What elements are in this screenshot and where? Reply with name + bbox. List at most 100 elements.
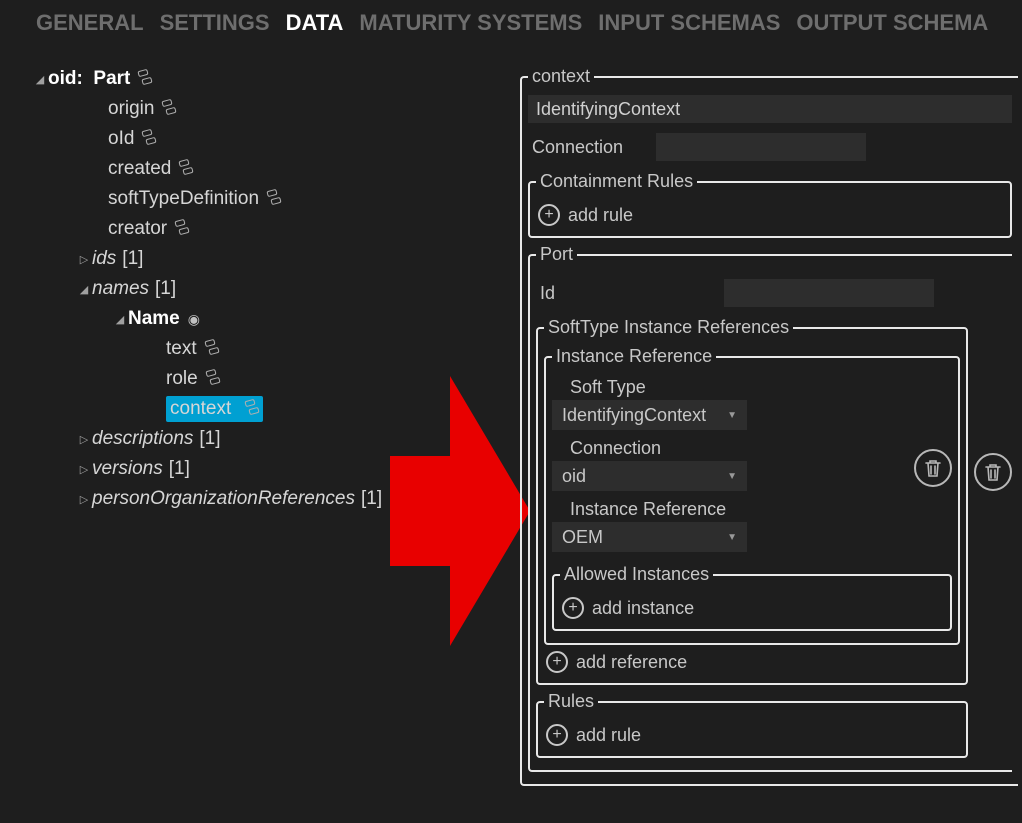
tab-input-schemas[interactable]: INPUT SCHEMAS — [598, 10, 780, 36]
link-icon — [142, 128, 156, 150]
tree-label: creator — [108, 218, 167, 240]
cube-icon: ◉ — [188, 311, 200, 328]
add-rule-button[interactable]: + add rule — [538, 204, 1002, 226]
tree-node-names[interactable]: ◢ names [1] — [28, 274, 398, 304]
add-reference-label: add reference — [576, 652, 687, 673]
plus-icon: + — [546, 724, 568, 746]
add-instance-button[interactable]: + add instance — [562, 597, 942, 619]
chevron-down-icon: ▼ — [727, 410, 737, 421]
tab-general[interactable]: GENERAL — [36, 10, 144, 36]
rules-group: Rules + add rule — [536, 691, 968, 758]
delete-port-button[interactable] — [974, 453, 1012, 491]
port-group: Port Id SoftType Instance References Ins… — [528, 244, 1012, 772]
instance-ref-dropdown[interactable]: OEM ▼ — [552, 522, 747, 552]
context-legend: context — [528, 66, 594, 87]
containment-rules-group: Containment Rules + add rule — [528, 171, 1012, 238]
tree-node-name[interactable]: ◢ Name ◉ — [28, 304, 398, 334]
tree-node-creator[interactable]: creator — [28, 214, 398, 244]
tree-node-versions[interactable]: ▷ versions [1] — [28, 454, 398, 484]
tree-label: personOrganizationReferences — [92, 488, 355, 510]
tree-label: names — [92, 278, 149, 300]
collapse-icon[interactable]: ◢ — [76, 283, 92, 296]
link-icon — [162, 98, 176, 120]
add-instance-label: add instance — [592, 598, 694, 619]
instance-ref-value: OEM — [562, 527, 603, 548]
add-reference-button[interactable]: + add reference — [546, 651, 958, 673]
tree-node-created[interactable]: created — [28, 154, 398, 184]
delete-instance-button[interactable] — [914, 449, 952, 487]
port-legend: Port — [536, 244, 577, 265]
tab-settings[interactable]: SETTINGS — [160, 10, 270, 36]
context-value-input[interactable] — [528, 95, 1012, 123]
soft-type-dropdown[interactable]: IdentifyingContext ▼ — [552, 400, 747, 430]
link-icon — [267, 188, 281, 210]
tree-label: role — [166, 368, 198, 390]
expand-icon[interactable]: ▷ — [76, 433, 92, 446]
tree-count: [1] — [169, 458, 190, 480]
tree-node-oid[interactable]: oId — [28, 124, 398, 154]
connection2-label: Connection — [570, 438, 904, 459]
tab-data[interactable]: DATA — [286, 10, 344, 36]
tree-label: ids — [92, 248, 116, 270]
softtype-refs-group: SoftType Instance References Instance Re… — [536, 317, 968, 685]
data-tree: ◢ oid: Part origin oId created softTypeD… — [28, 56, 398, 514]
top-tabs: GENERAL SETTINGS DATA MATURITY SYSTEMS I… — [0, 0, 1022, 56]
tree-node-softtypedef[interactable]: softTypeDefinition — [28, 184, 398, 214]
instance-reference-group: Instance Reference Soft Type Identifying… — [544, 346, 960, 645]
link-icon — [179, 158, 193, 180]
collapse-icon[interactable]: ◢ — [112, 313, 128, 326]
tree-root-value: Part — [93, 68, 130, 89]
tree-count: [1] — [361, 488, 382, 510]
tree-node-text[interactable]: text — [28, 334, 398, 364]
tree-node-context[interactable]: context — [28, 394, 398, 424]
red-arrow-annotation — [390, 376, 530, 646]
soft-type-value: IdentifyingContext — [562, 405, 706, 426]
trash-icon — [984, 462, 1002, 482]
softtype-refs-legend: SoftType Instance References — [544, 317, 793, 338]
rules-legend: Rules — [544, 691, 598, 712]
link-icon — [205, 338, 219, 360]
allowed-instances-group: Allowed Instances + add instance — [552, 564, 952, 631]
add-rule-label: add rule — [568, 205, 633, 226]
expand-icon[interactable]: ▷ — [76, 493, 92, 506]
id-input[interactable] — [724, 279, 934, 307]
connection-input[interactable] — [656, 133, 866, 161]
tree-count: [1] — [155, 278, 176, 300]
expand-icon[interactable]: ▷ — [76, 253, 92, 266]
allowed-instances-legend: Allowed Instances — [560, 564, 713, 585]
containment-rules-legend: Containment Rules — [536, 171, 697, 192]
tree-label: text — [166, 338, 197, 360]
properties-panel: context Connection Containment Rules + a… — [520, 66, 1018, 792]
expand-icon[interactable]: ▷ — [76, 463, 92, 476]
tree-label: created — [108, 158, 171, 180]
connection-value: oid — [562, 466, 586, 487]
tab-maturity-systems[interactable]: MATURITY SYSTEMS — [359, 10, 582, 36]
tree-node-origin[interactable]: origin — [28, 94, 398, 124]
link-icon — [138, 68, 152, 90]
tree-node-role[interactable]: role — [28, 364, 398, 394]
connection-dropdown[interactable]: oid ▼ — [552, 461, 747, 491]
id-label: Id — [540, 283, 570, 304]
link-icon — [206, 368, 220, 390]
plus-icon: + — [562, 597, 584, 619]
soft-type-label: Soft Type — [570, 377, 904, 398]
tree-label: oId — [108, 128, 134, 150]
add-rule-label-2: add rule — [576, 725, 641, 746]
tree-label: descriptions — [92, 428, 193, 450]
tree-node-root[interactable]: ◢ oid: Part — [28, 64, 398, 94]
collapse-icon[interactable]: ◢ — [32, 73, 48, 86]
tree-node-descriptions[interactable]: ▷ descriptions [1] — [28, 424, 398, 454]
connection-label: Connection — [532, 137, 642, 158]
add-rule-button-2[interactable]: + add rule — [546, 724, 958, 746]
tab-output-schema[interactable]: OUTPUT SCHEMA — [796, 10, 988, 36]
tree-label: origin — [108, 98, 154, 120]
plus-icon: + — [538, 204, 560, 226]
instance-reference-legend: Instance Reference — [552, 346, 716, 367]
tree-node-personorgrefs[interactable]: ▷ personOrganizationReferences [1] — [28, 484, 398, 514]
tree-node-ids[interactable]: ▷ ids [1] — [28, 244, 398, 274]
chevron-down-icon: ▼ — [727, 532, 737, 543]
chevron-down-icon: ▼ — [727, 471, 737, 482]
tree-count: [1] — [199, 428, 220, 450]
instance-ref-label: Instance Reference — [570, 499, 904, 520]
context-group: context Connection Containment Rules + a… — [520, 66, 1018, 786]
